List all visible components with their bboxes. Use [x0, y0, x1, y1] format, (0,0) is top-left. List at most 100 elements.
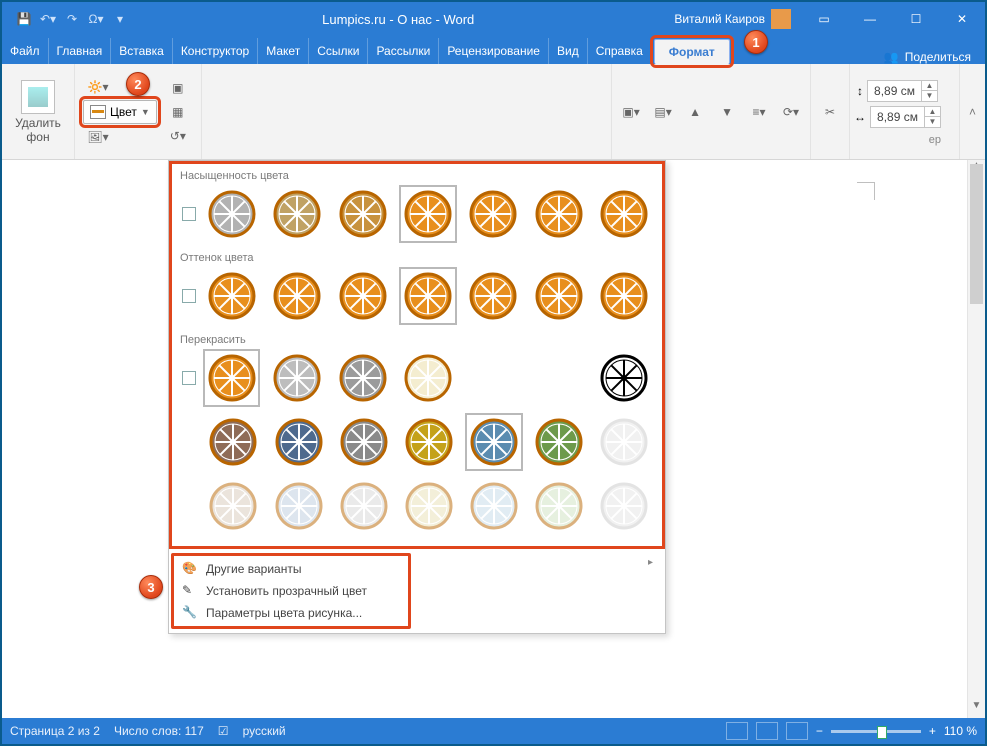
- color-swatch[interactable]: [206, 478, 261, 534]
- wrap-text-icon[interactable]: ▤▾: [648, 101, 678, 123]
- color-swatch[interactable]: [597, 414, 652, 470]
- color-swatch[interactable]: [531, 268, 586, 324]
- color-swatch[interactable]: [271, 414, 326, 470]
- menu-more-variants[interactable]: 🎨 Другие варианты: [178, 558, 404, 580]
- ribbon-display-icon[interactable]: ▭: [801, 2, 847, 36]
- color-swatch[interactable]: [335, 186, 390, 242]
- tab-layout[interactable]: Макет: [258, 38, 309, 64]
- chevron-right-icon: ▸: [648, 557, 659, 568]
- rotate-icon[interactable]: ⟳▾: [776, 101, 806, 123]
- tab-review[interactable]: Рецензирование: [439, 38, 549, 64]
- document-area[interactable]: Насыщенность цвета Оттенок цвета Перекра…: [2, 160, 985, 718]
- color-swatch[interactable]: [336, 478, 391, 534]
- color-swatch[interactable]: [466, 414, 521, 470]
- status-page[interactable]: Страница 2 из 2: [10, 724, 100, 738]
- tab-design[interactable]: Конструктор: [173, 38, 258, 64]
- color-swatch[interactable]: [466, 268, 521, 324]
- zoom-out-icon[interactable]: −: [816, 724, 823, 738]
- color-swatch[interactable]: [269, 268, 324, 324]
- proofing-icon[interactable]: ☑: [218, 724, 229, 738]
- user-account[interactable]: Виталий Каиров: [664, 9, 801, 29]
- section-tone: Оттенок цвета: [178, 248, 656, 266]
- minimize-icon[interactable]: —: [847, 2, 893, 36]
- section-recolor: Перекрасить: [178, 330, 656, 348]
- color-swatch[interactable]: [531, 186, 586, 242]
- tab-view[interactable]: Вид: [549, 38, 588, 64]
- menu-color-options[interactable]: 🔧 Параметры цвета рисунка...: [178, 602, 404, 624]
- remove-bg-label: Удалить фон: [10, 116, 66, 144]
- tab-home[interactable]: Главная: [49, 38, 112, 64]
- view-web-icon[interactable]: [786, 722, 808, 740]
- color-swatch[interactable]: [466, 186, 521, 242]
- color-swatch[interactable]: [400, 350, 455, 406]
- remove-bg-icon: [21, 80, 55, 114]
- tab-format[interactable]: Формат: [654, 39, 730, 64]
- status-words[interactable]: Число слов: 117: [114, 724, 204, 738]
- save-icon[interactable]: 💾: [12, 7, 36, 31]
- tab-mailings[interactable]: Рассылки: [368, 38, 439, 64]
- send-backward-icon[interactable]: ▼: [712, 101, 742, 123]
- color-swatch[interactable]: [204, 350, 259, 406]
- corrections-icon[interactable]: 🔆▾: [83, 76, 113, 98]
- width-value: 8,89 см: [871, 110, 924, 124]
- zoom-value[interactable]: 110 %: [944, 724, 977, 738]
- color-swatch[interactable]: [335, 268, 390, 324]
- color-label: Цвет: [110, 105, 137, 119]
- color-swatch[interactable]: [400, 268, 455, 324]
- color-swatch[interactable]: [401, 478, 456, 534]
- group-remove-bg[interactable]: Удалить фон: [2, 64, 75, 159]
- reset-picture-icon[interactable]: ↺▾: [163, 125, 193, 147]
- color-swatch[interactable]: [597, 268, 652, 324]
- color-swatch[interactable]: [597, 350, 652, 406]
- compress-icon[interactable]: ▣: [163, 77, 193, 99]
- color-swatch[interactable]: [269, 350, 324, 406]
- position-icon[interactable]: ▣▾: [616, 101, 646, 123]
- color-swatch[interactable]: [204, 186, 259, 242]
- color-swatch[interactable]: [532, 414, 587, 470]
- status-lang[interactable]: русский: [243, 724, 286, 738]
- color-swatch[interactable]: [206, 414, 261, 470]
- qa-customize-icon[interactable]: ▾: [108, 7, 132, 31]
- scroll-thumb[interactable]: [970, 164, 983, 304]
- color-swatch[interactable]: [204, 268, 259, 324]
- redo-icon[interactable]: ↷: [60, 7, 84, 31]
- color-swatch[interactable]: [597, 186, 652, 242]
- color-swatch[interactable]: [269, 186, 324, 242]
- zoom-slider[interactable]: [831, 730, 921, 733]
- view-read-icon[interactable]: [726, 722, 748, 740]
- view-print-icon[interactable]: [756, 722, 778, 740]
- scroll-down-icon[interactable]: ▼: [968, 700, 985, 718]
- tab-insert[interactable]: Вставка: [111, 38, 173, 64]
- tab-references[interactable]: Ссылки: [309, 38, 368, 64]
- zoom-in-icon[interactable]: +: [929, 724, 936, 738]
- color-swatch[interactable]: [336, 414, 391, 470]
- color-swatch[interactable]: [400, 186, 455, 242]
- tab-file[interactable]: Файл: [2, 38, 49, 64]
- collapse-ribbon-icon[interactable]: ˄: [959, 64, 985, 159]
- tab-help[interactable]: Справка: [588, 38, 652, 64]
- color-swatch[interactable]: [466, 478, 521, 534]
- close-icon[interactable]: ✕: [939, 2, 985, 36]
- color-swatch[interactable]: [271, 478, 326, 534]
- height-input[interactable]: 8,89 см ▲▼: [867, 80, 938, 102]
- vertical-scrollbar[interactable]: ▲ ▼: [967, 160, 985, 718]
- maximize-icon[interactable]: ☐: [893, 2, 939, 36]
- color-button[interactable]: Цвет ▼: [83, 100, 157, 124]
- share-button[interactable]: 👥 Поделиться: [870, 50, 985, 64]
- color-swatch[interactable]: [401, 414, 456, 470]
- menu-set-transparent[interactable]: ✎ Установить прозрачный цвет: [178, 580, 404, 602]
- change-picture-icon[interactable]: ▦: [163, 101, 193, 123]
- color-swatch[interactable]: [532, 478, 587, 534]
- size-tail: ер: [929, 134, 941, 146]
- align-icon[interactable]: ≡▾: [744, 101, 774, 123]
- omega-icon[interactable]: Ω▾: [84, 7, 108, 31]
- status-bar: Страница 2 из 2 Число слов: 117 ☑ русски…: [2, 718, 985, 744]
- bring-forward-icon[interactable]: ▲: [680, 101, 710, 123]
- color-swatch[interactable]: [335, 350, 390, 406]
- artistic-effects-icon[interactable]: 🖼▾: [83, 126, 113, 148]
- undo-icon[interactable]: ↶▾: [36, 7, 60, 31]
- crop-icon[interactable]: ✂: [815, 90, 845, 134]
- saturation-tinyicon: [182, 207, 196, 221]
- color-swatch[interactable]: [597, 478, 652, 534]
- width-input[interactable]: 8,89 см ▲▼: [870, 106, 941, 128]
